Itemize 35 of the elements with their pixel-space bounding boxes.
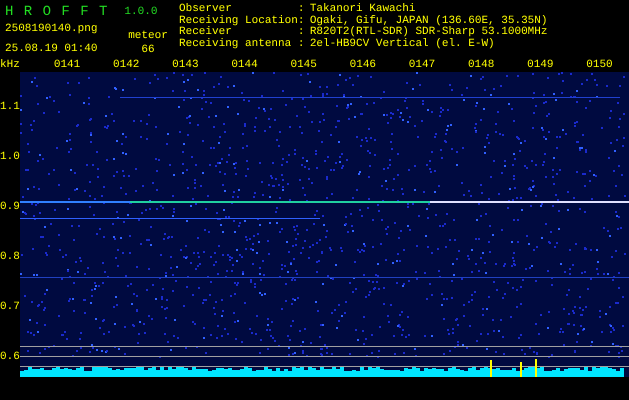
info-value: Ogaki, Gifu, JAPAN (136.60E, 35.35N) [310,16,548,26]
frequency-label: 0.9 [0,200,20,215]
info-label: Receiver [179,27,233,38]
frequency-label: 0.7 [0,300,20,315]
time-label: 0144 [230,58,259,72]
colon-separator: : [298,16,306,27]
info-label: Receiving Location [179,16,298,26]
info-value: 2el-HB9CV Vertical (el. E-W) [310,38,496,50]
unit-label: kHz [0,58,21,72]
frequency-label: 1.1 [0,100,20,115]
app-title: H R O F F T [5,4,108,20]
time-label: 0147 [408,58,436,72]
time-label: 0150 [585,58,614,72]
date-time: 25.08.19 01:40 [5,42,98,56]
meteor-label: meteor [128,29,168,43]
time-label: 0145 [289,58,318,72]
time-label: 0149 [526,58,554,72]
info-value: R820T2(RTL-SDR) SDR-Sharp 53.1000MHz [310,27,548,38]
meteor-count: 66 [141,43,155,57]
info-value: Takanori Kawachi [310,4,416,15]
time-label: 0142 [112,58,140,72]
version-label: 1.0.0 [124,5,158,20]
info-label: Observer [179,4,233,15]
frequency-label: 0.6 [0,350,20,365]
time-label: 0143 [171,58,200,72]
info-label: Receiving antenna [179,38,292,50]
frequency-label: 0.8 [0,250,20,265]
file-name: 2508190140.png [5,22,98,36]
time-label: 0148 [466,58,496,72]
colon-separator: : [298,27,306,38]
time-label: 0146 [348,58,378,72]
colon-separator: : [298,38,306,50]
frequency-label: 1.0 [0,150,20,165]
time-label: 0141 [52,58,82,72]
colon-separator: : [298,4,306,16]
